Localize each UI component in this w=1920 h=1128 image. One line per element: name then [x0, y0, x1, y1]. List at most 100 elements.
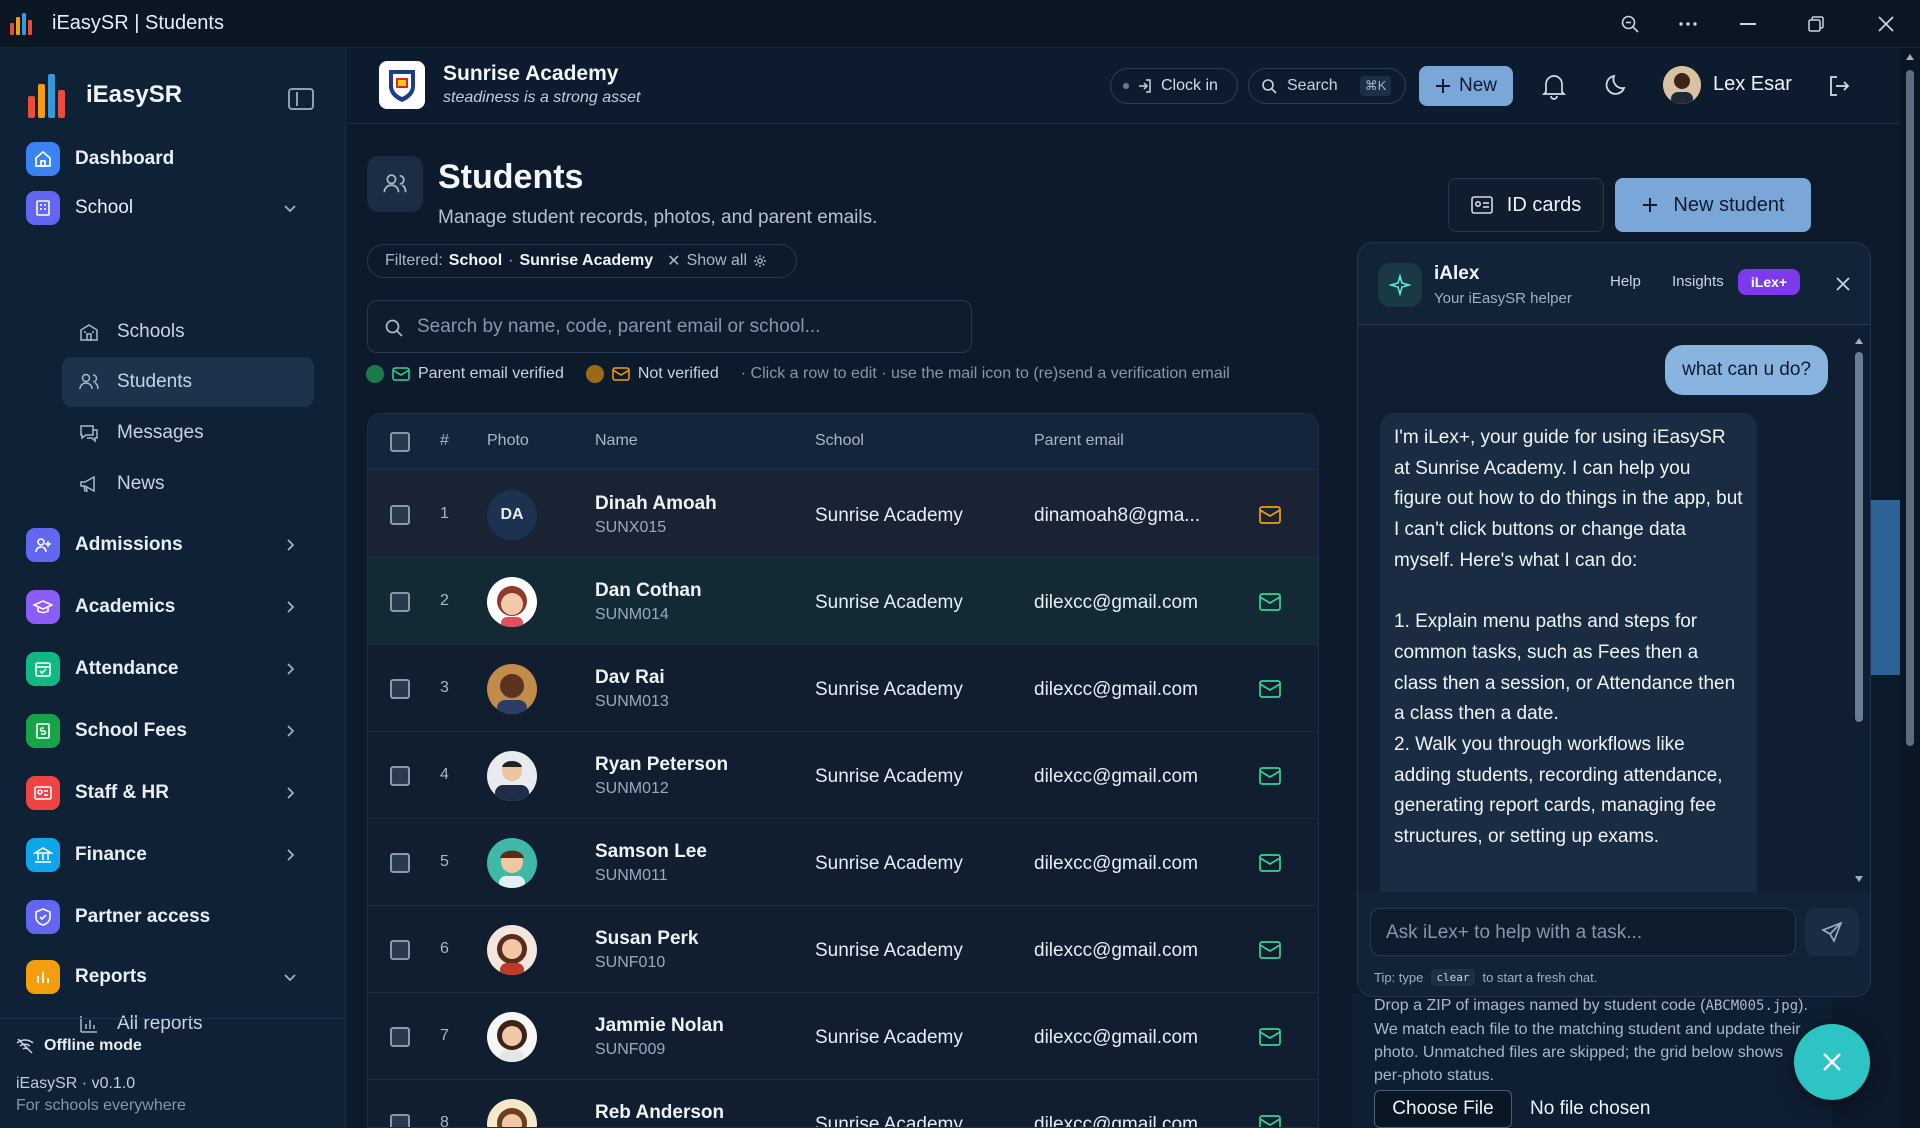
nav-admissions[interactable]: Admissions	[0, 517, 346, 573]
restore-icon[interactable]	[1788, 0, 1844, 48]
avatar[interactable]	[1663, 66, 1701, 104]
collapse-sidebar-icon[interactable]	[288, 88, 314, 110]
nav-label: Staff & HR	[75, 782, 169, 803]
nav-school-fees[interactable]: School Fees	[0, 703, 346, 759]
row-checkbox[interactable]	[390, 1114, 410, 1127]
scroll-down-icon[interactable]	[1854, 874, 1864, 884]
row-number: 6	[440, 940, 449, 957]
page-subtitle: Manage student records, photos, and pare…	[438, 207, 878, 228]
table-row[interactable]: 4 Ryan Peterson SUNM012 Sunrise Academy …	[368, 732, 1318, 819]
topbar: Sunrise Academy steadiness is a strong a…	[347, 48, 1920, 124]
sidebar-item-messages[interactable]: Messages	[62, 408, 314, 458]
table-row[interactable]: 7 Jammie Nolan SUNF009 Sunrise Academy d…	[368, 993, 1318, 1080]
row-checkbox[interactable]	[390, 766, 410, 786]
search-placeholder: Search by name, code, parent email or sc…	[417, 316, 821, 337]
scroll-up-icon[interactable]	[1854, 336, 1864, 346]
mail-verified-icon[interactable]	[1258, 1027, 1282, 1047]
mail-verified-icon[interactable]	[1258, 679, 1282, 699]
row-checkbox[interactable]	[390, 505, 410, 525]
close-window-icon[interactable]	[1858, 0, 1914, 48]
mail-verified-icon[interactable]	[1258, 592, 1282, 612]
nav-partner-access[interactable]: Partner access	[0, 889, 346, 945]
chat-scrollbar[interactable]	[1854, 336, 1864, 884]
page-scrollbar[interactable]	[1900, 48, 1920, 1128]
keyboard-shortcut-badge: ⌘K	[1359, 76, 1392, 96]
new-student-button[interactable]: New student	[1615, 178, 1811, 232]
moon-icon[interactable]	[1604, 72, 1630, 98]
table-row[interactable]: 6 Susan Perk SUNF010 Sunrise Academy dil…	[368, 906, 1318, 993]
nav-dashboard[interactable]: Dashboard	[0, 131, 346, 187]
tab-ilex-plus[interactable]: iLex+	[1738, 269, 1800, 295]
nav-reports[interactable]: Reports	[0, 949, 346, 1005]
student-photo	[487, 838, 537, 888]
chevron-right-icon	[287, 725, 295, 737]
nav-academics[interactable]: Academics	[0, 579, 346, 635]
id-cards-button[interactable]: ID cards	[1448, 178, 1604, 232]
student-school: Sunrise Academy	[815, 1114, 963, 1128]
filter-chip: Filtered: School · Sunrise Academy ✕ Sho…	[367, 244, 797, 278]
minimize-icon[interactable]	[1720, 0, 1776, 48]
brand[interactable]: iEasySR	[28, 72, 182, 118]
nav-school[interactable]: School	[0, 180, 346, 236]
nav-staff-hr[interactable]: Staff & HR	[0, 765, 346, 821]
column-header[interactable]: School	[815, 432, 864, 450]
clock-in-button[interactable]: Clock in	[1110, 68, 1238, 104]
send-button[interactable]	[1805, 908, 1859, 956]
offline-mode-toggle[interactable]: Offline mode	[16, 1037, 142, 1055]
more-icon[interactable]	[1660, 0, 1716, 48]
zoom-icon[interactable]	[1602, 0, 1658, 48]
show-all-link[interactable]: Show all	[687, 252, 747, 270]
close-icon	[1823, 1053, 1841, 1071]
mail-verified-icon[interactable]	[1258, 853, 1282, 873]
parent-email: dilexcc@gmail.com	[1034, 940, 1198, 961]
tab-insights[interactable]: Insights	[1672, 273, 1724, 290]
table-row[interactable]: 2 Dan Cothan SUNM014 Sunrise Academy dil…	[368, 558, 1318, 645]
column-header[interactable]: Name	[595, 432, 638, 450]
parent-email: dinamoah8@gma...	[1034, 505, 1201, 526]
select-all-checkbox[interactable]	[390, 432, 410, 452]
scroll-thumb[interactable]	[1906, 70, 1914, 746]
bell-icon[interactable]	[1541, 72, 1567, 100]
row-number: 8	[440, 1114, 449, 1128]
tab-help[interactable]: Help	[1610, 273, 1641, 290]
row-checkbox[interactable]	[390, 1027, 410, 1047]
students-table: # Photo Name School Parent email 1 DA Di…	[367, 413, 1319, 1128]
scroll-thumb[interactable]	[1855, 352, 1863, 722]
nav-label: Academics	[75, 596, 176, 617]
table-row[interactable]: 8 Reb Anderson Sunrise Academy dilexcc@g…	[368, 1080, 1318, 1128]
row-checkbox[interactable]	[390, 592, 410, 612]
new-button[interactable]: New	[1419, 66, 1513, 106]
choose-file-button[interactable]: Choose File	[1374, 1090, 1512, 1128]
nav-attendance[interactable]: Attendance	[0, 641, 346, 697]
row-checkbox[interactable]	[390, 679, 410, 699]
table-row[interactable]: 5 Samson Lee SUNM011 Sunrise Academy dil…	[368, 819, 1318, 906]
close-assistant-button[interactable]	[1794, 1024, 1870, 1100]
mail-verified-icon[interactable]	[1258, 766, 1282, 786]
column-header[interactable]: Parent email	[1034, 432, 1124, 450]
close-icon[interactable]	[1836, 277, 1850, 291]
table-row[interactable]: 3 Dav Rai SUNM013 Sunrise Academy dilexc…	[368, 645, 1318, 732]
mail-verified-icon[interactable]	[1258, 1114, 1282, 1128]
parent-email: dilexcc@gmail.com	[1034, 853, 1198, 874]
row-checkbox[interactable]	[390, 940, 410, 960]
sidebar-item-students[interactable]: Students	[62, 357, 314, 407]
nav-finance[interactable]: Finance	[0, 827, 346, 883]
legend-verified: Parent email verified	[418, 365, 564, 382]
student-school: Sunrise Academy	[815, 1027, 963, 1048]
app-version: iEasySR · v0.1.0	[16, 1075, 136, 1092]
student-search-input[interactable]: Search by name, code, parent email or sc…	[367, 300, 972, 353]
global-search-button[interactable]: Search ⌘K	[1248, 68, 1406, 104]
gear-icon[interactable]	[753, 254, 767, 268]
upload-code-example: ABCM005.jpg	[1705, 998, 1799, 1014]
logout-icon[interactable]	[1827, 74, 1851, 98]
table-row[interactable]: 1 DA Dinah Amoah SUNX015 Sunrise Academy…	[368, 471, 1318, 558]
sidebar-item-schools[interactable]: Schools	[62, 307, 314, 357]
chevron-right-icon	[287, 601, 295, 613]
clear-filter-icon[interactable]: ✕	[667, 251, 680, 271]
scroll-up-icon[interactable]	[1905, 52, 1915, 62]
mail-verified-icon[interactable]	[1258, 940, 1282, 960]
chat-input[interactable]: Ask iLex+ to help with a task...	[1370, 908, 1796, 956]
mail-unverified-icon[interactable]	[1258, 505, 1282, 525]
row-checkbox[interactable]	[390, 853, 410, 873]
sidebar-item-news[interactable]: News	[62, 459, 314, 509]
